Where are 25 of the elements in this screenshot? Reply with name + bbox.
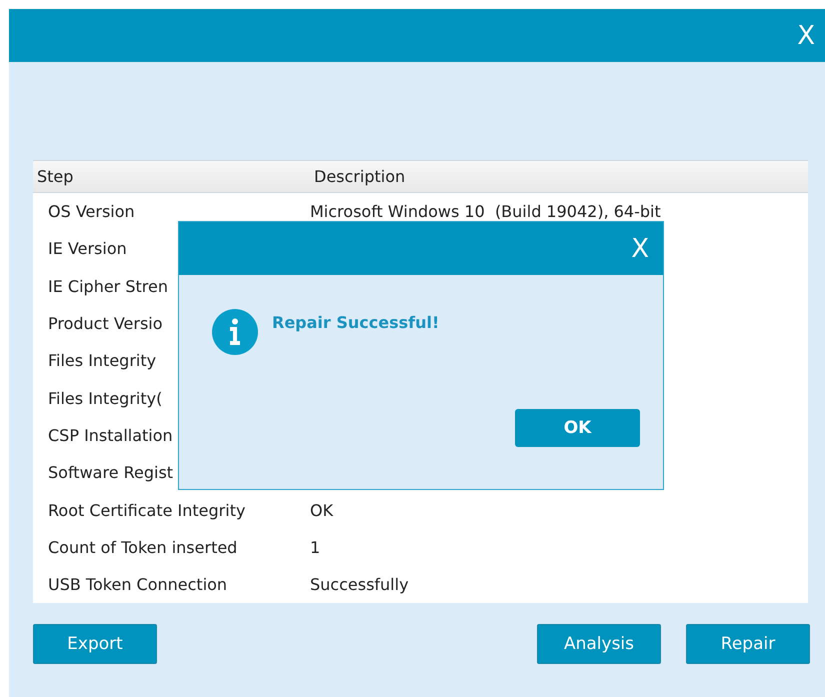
step-cell: Software Regist xyxy=(48,463,174,482)
ok-button[interactable]: OK xyxy=(515,409,640,447)
step-cell: Root Certificate Integrity xyxy=(48,500,246,520)
step-cell: Files Integrity xyxy=(48,351,156,370)
step-cell: IE Cipher Stren xyxy=(48,276,168,296)
close-button[interactable]: X xyxy=(789,20,823,50)
dialog-message: Repair Successful! xyxy=(272,313,440,332)
description-cell: Successfully xyxy=(310,575,409,594)
step-cell: Count of Token inserted xyxy=(48,538,238,557)
step-cell: Product Versio xyxy=(48,314,163,334)
repair-button[interactable]: Repair xyxy=(686,624,810,664)
step-cell: IE Version xyxy=(48,239,127,258)
step-cell: Files Integrity( xyxy=(48,388,162,408)
column-header: Step xyxy=(36,167,74,186)
column-header: Description xyxy=(314,167,406,186)
close-button[interactable]: X xyxy=(623,234,657,264)
description-cell: Microsoft Windows 10 (Build 19042), 64-bit xyxy=(310,202,661,222)
info-icon xyxy=(212,309,258,355)
step-cell: USB Token Connection xyxy=(48,575,228,594)
step-cell: CSP Installation xyxy=(48,426,173,445)
export-button[interactable]: Export xyxy=(33,624,157,664)
description-cell: OK xyxy=(310,500,334,520)
description-cell: 1 xyxy=(310,538,320,557)
analysis-button[interactable]: Analysis xyxy=(537,624,661,664)
step-cell: OS Version xyxy=(48,202,135,222)
